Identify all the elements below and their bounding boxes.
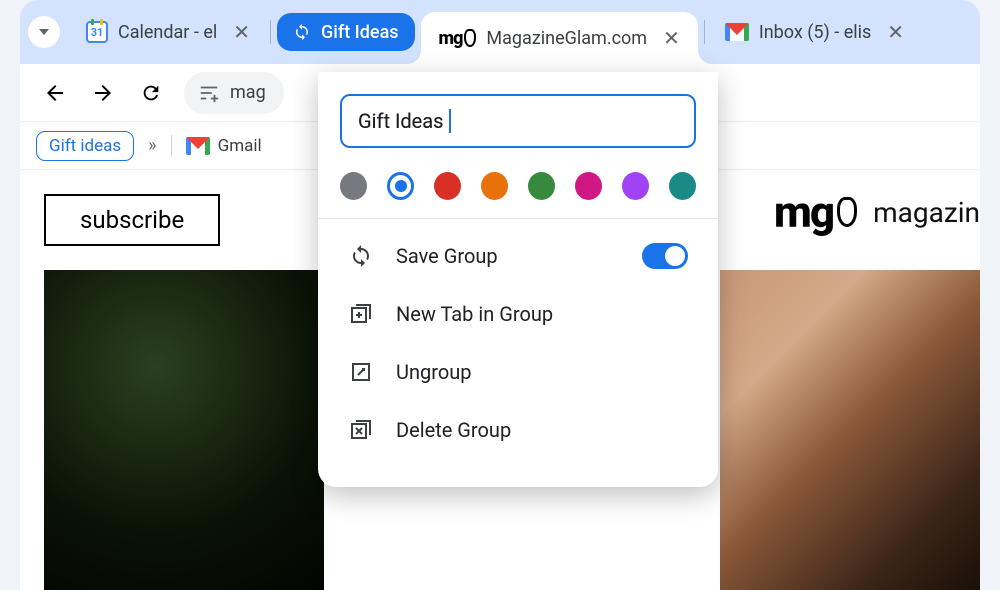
tab-separator (704, 20, 705, 44)
tab-group-pill[interactable]: Gift Ideas (277, 13, 415, 51)
subscribe-button[interactable]: subscribe (44, 194, 220, 246)
bookmarks-overflow[interactable]: » (148, 135, 156, 156)
tab-active[interactable]: mg MagazineGlam.com ✕ (421, 12, 698, 64)
tab-gmail[interactable]: Inbox (5) - elis ✕ (711, 10, 918, 54)
menu-ungroup[interactable]: Ungroup (340, 343, 696, 401)
tab-group-menu: Gift Ideas Save Group New Tab in Group U… (318, 72, 718, 487)
tab-separator (270, 20, 271, 44)
tune-icon (198, 82, 220, 104)
new-tab-icon (348, 301, 374, 327)
tab-title: Calendar - el (118, 22, 217, 43)
color-purple[interactable] (622, 172, 649, 200)
tabs-dropdown-button[interactable] (28, 16, 60, 48)
address-bar[interactable]: mag (184, 72, 284, 114)
mg-favicon: mg (439, 28, 477, 49)
color-red[interactable] (434, 172, 461, 200)
menu-label: Ungroup (396, 360, 472, 384)
menu-save-group[interactable]: Save Group (340, 227, 696, 285)
close-icon[interactable]: ✕ (887, 20, 904, 44)
save-group-toggle[interactable] (642, 243, 688, 269)
bookmark-label: Gmail (218, 136, 262, 156)
mg-logo-large: mg (774, 186, 857, 238)
back-button[interactable] (40, 78, 70, 108)
color-green[interactable] (528, 172, 555, 200)
chevron-down-icon (39, 29, 49, 35)
group-pill-label: Gift Ideas (321, 22, 399, 43)
menu-divider (318, 218, 718, 219)
menu-label: Delete Group (396, 418, 511, 442)
calendar-icon: 31 (86, 21, 108, 43)
url-text: mag (230, 82, 266, 103)
color-blue[interactable] (387, 172, 414, 200)
close-icon[interactable]: ✕ (233, 20, 250, 44)
ungroup-icon (348, 359, 374, 385)
gmail-icon (725, 23, 749, 41)
close-icon[interactable]: ✕ (663, 26, 680, 50)
tab-title: Inbox (5) - elis (759, 22, 871, 43)
color-teal[interactable] (669, 172, 696, 200)
tab-calendar[interactable]: 31 Calendar - el ✕ (72, 10, 264, 54)
brand-text: magazin (873, 196, 980, 229)
delete-group-icon (348, 417, 374, 443)
color-orange[interactable] (481, 172, 508, 200)
bookmarks-separator (171, 135, 172, 157)
forward-button[interactable] (88, 78, 118, 108)
group-name-field-wrapper: Gift Ideas (340, 94, 696, 148)
sync-icon (293, 23, 311, 41)
sync-icon (348, 243, 374, 269)
tab-strip: 31 Calendar - el ✕ Gift Ideas mg Magazin… (20, 0, 980, 64)
hero-image-right (720, 270, 980, 590)
color-picker (340, 172, 696, 200)
reload-button[interactable] (136, 78, 166, 108)
menu-new-tab-in-group[interactable]: New Tab in Group (340, 285, 696, 343)
menu-delete-group[interactable]: Delete Group (340, 401, 696, 459)
bookmark-chip-gift-ideas[interactable]: Gift ideas (36, 131, 134, 161)
bookmark-gmail[interactable]: Gmail (186, 136, 262, 156)
gmail-icon (186, 137, 210, 155)
menu-label: Save Group (396, 244, 498, 268)
brand-header: mg magazin (774, 186, 980, 238)
menu-label: New Tab in Group (396, 302, 553, 326)
color-pink[interactable] (575, 172, 602, 200)
tab-title: MagazineGlam.com (486, 28, 647, 49)
hero-image-left (44, 270, 324, 590)
color-grey[interactable] (340, 172, 367, 200)
group-name-input[interactable] (340, 94, 696, 148)
